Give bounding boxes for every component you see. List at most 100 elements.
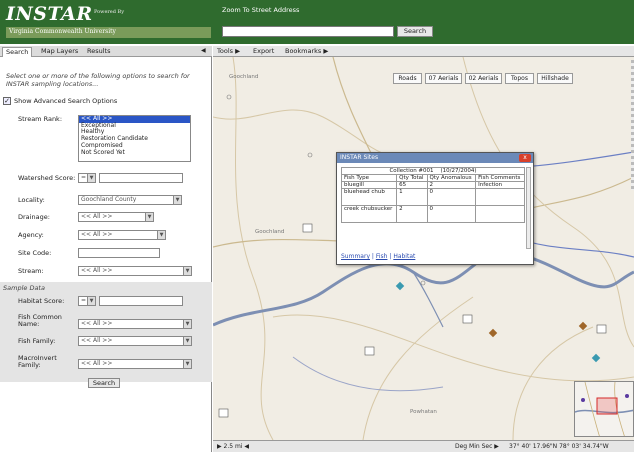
habitat-operator-select[interactable]: = ▼	[78, 296, 96, 306]
fish-link[interactable]: Fish	[376, 253, 388, 260]
chevron-down-icon: ▼	[183, 320, 191, 328]
drainage-select[interactable]: << All >> ▼	[78, 212, 154, 222]
route-shield	[218, 408, 229, 418]
stream-label: Stream:	[18, 267, 44, 275]
macroinvert-family-select[interactable]: << All >> ▼	[78, 359, 192, 369]
layer-roads-button[interactable]: Roads	[393, 73, 422, 84]
list-item[interactable]: Not Scored Yet	[79, 149, 190, 157]
site-marker	[488, 328, 498, 338]
table-cell: Infection	[475, 181, 525, 189]
scale-indicator[interactable]: ▶ 2.5 mi ◀	[217, 443, 249, 450]
habitat-score-label: Habitat Score:	[18, 297, 65, 305]
route-shield	[364, 346, 375, 356]
agency-select[interactable]: << All >> ▼	[78, 230, 166, 240]
chevron-down-icon: ▼	[87, 174, 95, 182]
coordinate-mode-toggle[interactable]: Deg Min Sec ▶	[455, 443, 499, 450]
app-header: INSTAR Powered By Virginia Commonwealth …	[0, 0, 634, 44]
map-toolbar: Tools ▶ Export Bookmarks ▶	[213, 46, 634, 57]
fish-family-label: Fish Family:	[18, 337, 56, 345]
tab-map-layers[interactable]: Map Layers	[38, 47, 81, 57]
town-label: Goochland	[255, 229, 285, 235]
tab-results[interactable]: Results	[84, 47, 113, 57]
layer-02-aerials-button[interactable]: 02 Aerials	[465, 73, 502, 84]
road	[232, 57, 274, 440]
stream-rank-label: Stream Rank:	[18, 115, 63, 123]
map-point	[226, 94, 232, 100]
search-button[interactable]: Search	[88, 378, 120, 388]
chevron-down-icon: ▼	[87, 297, 95, 305]
watershed-operator-select[interactable]: = ▼	[78, 173, 96, 183]
table-cell: 0	[426, 205, 477, 223]
town-label: Goochland	[229, 74, 259, 80]
fish-family-select[interactable]: << All >> ▼	[78, 336, 192, 346]
select-value: =	[81, 297, 87, 304]
table-cell: bluehead chub	[340, 188, 398, 206]
tools-menu[interactable]: Tools ▶	[217, 47, 240, 55]
chevron-down-icon: ▼	[183, 267, 191, 275]
select-value: << All >>	[81, 267, 113, 274]
instar-logo: INSTAR Powered By Virginia Commonwealth …	[6, 3, 211, 41]
chevron-down-icon: ▼	[183, 360, 191, 368]
collection-table: Collection #001 (10/27/2004) Fish Type Q…	[340, 167, 525, 223]
table-cell: 1	[396, 188, 428, 206]
table-cell: bluegill	[340, 181, 398, 189]
zoom-address-label: Zoom To Street Address	[222, 6, 300, 14]
site-marker	[395, 281, 405, 291]
search-intro-text: Select one or more of the following opti…	[6, 72, 190, 88]
powered-by-text: Powered By	[94, 9, 125, 15]
habitat-score-input[interactable]	[99, 296, 183, 306]
bookmarks-menu[interactable]: Bookmarks ▶	[285, 47, 328, 55]
county-boundary	[292, 356, 444, 392]
select-value: << All >>	[81, 337, 113, 344]
table-cell: 2	[396, 205, 428, 223]
search-panel: Select one or more of the following opti…	[0, 57, 212, 452]
stream-select[interactable]: << All >> ▼	[78, 266, 192, 276]
map-status-bar: ▶ 2.5 mi ◀ Deg Min Sec ▶ 37° 40' 17.96"N…	[213, 440, 634, 452]
table-row: creek chubsucker 2 0	[340, 205, 525, 223]
fish-common-name-select[interactable]: << All >> ▼	[78, 319, 192, 329]
table-row: Collection #001 (10/27/2004)	[341, 167, 525, 175]
address-search-button[interactable]: Search	[397, 26, 433, 37]
habitat-link[interactable]: Habitat	[393, 253, 415, 260]
select-value: << All >>	[81, 213, 113, 220]
address-search-input[interactable]	[222, 26, 394, 37]
close-icon[interactable]: x	[519, 154, 531, 162]
locality-select[interactable]: Goochland County ▼	[78, 195, 182, 205]
site-code-input[interactable]	[78, 248, 160, 258]
export-menu[interactable]: Export	[253, 47, 274, 55]
collapse-panel-icon[interactable]: ◀	[201, 47, 206, 54]
column-header: Qty Anomalous	[426, 174, 477, 182]
advanced-options-label: Show Advanced Search Options	[14, 97, 118, 105]
advanced-options-checkbox[interactable]: ✓	[3, 97, 11, 105]
layer-07-aerials-button[interactable]: 07 Aerials	[425, 73, 462, 84]
layer-hillshade-button[interactable]: Hillshade	[537, 73, 573, 84]
left-panel-tabs: Search Map Layers Results ◀	[0, 46, 212, 57]
locality-label: Locality:	[18, 196, 45, 204]
overview-extent	[596, 397, 618, 415]
collection-number: Collection #001	[389, 168, 434, 174]
stream-rank-listbox[interactable]: << All >> Exceptional Healthy Restoratio…	[78, 115, 191, 162]
select-value: << All >>	[81, 231, 113, 238]
summary-link[interactable]: Summary	[341, 253, 370, 260]
watershed-score-input[interactable]	[99, 173, 183, 183]
collection-date: (10/27/2004)	[440, 168, 477, 174]
popup-scrollbar[interactable]	[526, 167, 531, 249]
route-shield	[302, 223, 313, 233]
layer-topos-button[interactable]: Topos	[505, 73, 534, 84]
sample-data-title: Sample Data	[3, 284, 45, 292]
route-shield	[596, 324, 607, 334]
chevron-down-icon: ▼	[183, 337, 191, 345]
macroinvert-family-label: MacroInvert Family:	[18, 354, 57, 369]
road	[272, 314, 634, 382]
logo-text: INSTAR	[6, 3, 93, 25]
overview-map[interactable]	[574, 381, 634, 437]
tab-search[interactable]: Search	[2, 47, 33, 57]
select-value: Goochland County	[81, 196, 137, 203]
coordinate-readout: 37° 40' 17.96"N 78° 03' 34.74"W	[509, 443, 609, 450]
site-marker	[578, 321, 588, 331]
table-cell	[475, 188, 525, 206]
instar-sites-popup: INSTAR Sites x Collection #001 (10/27/20…	[336, 152, 534, 265]
select-value: << All >>	[81, 320, 113, 327]
table-cell	[475, 205, 525, 223]
table-row: bluegill 65 2 Infection	[340, 181, 525, 189]
